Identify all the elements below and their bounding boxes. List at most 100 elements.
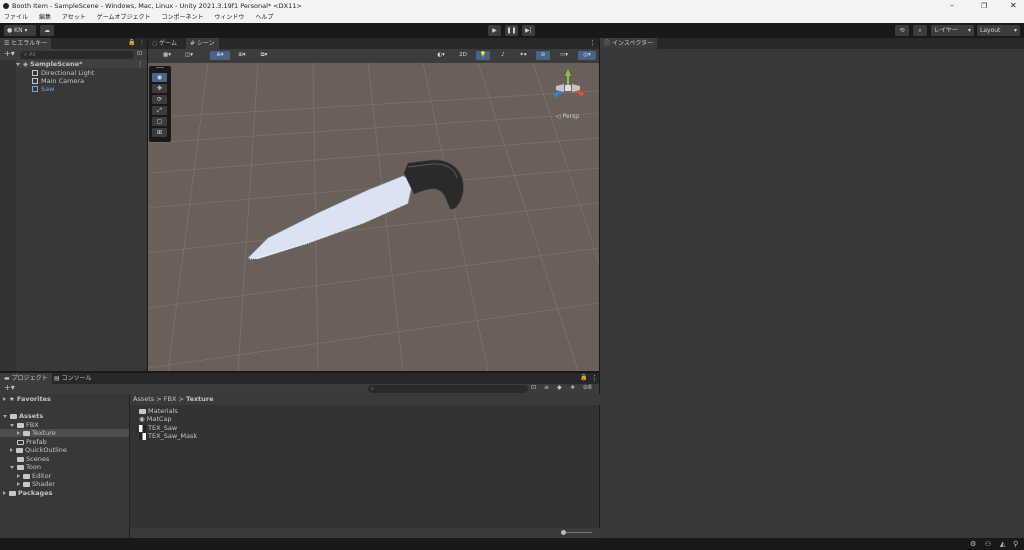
pause-button[interactable]: ❚❚ [505, 25, 518, 36]
packages-row[interactable]: Packages [3, 489, 52, 497]
prefab-icon [32, 86, 38, 92]
scene-viewport[interactable]: ◁ Persp ◉ ✥ ⟳ ⤢ ▢ ⊞ [148, 63, 599, 371]
increment-snap-button[interactable]: ⧉▾ [254, 51, 274, 60]
tree-item-fbx[interactable]: FBX [10, 421, 39, 429]
maximize-icon[interactable]: ❐ [981, 0, 987, 12]
search-by-type-icon[interactable]: ⊡ [531, 384, 536, 391]
breadcrumb-assets[interactable]: Assets [133, 395, 154, 403]
tab-game[interactable]: ◌ ゲーム [148, 38, 181, 49]
tree-item-quickoutline[interactable]: QuickOutline [10, 446, 67, 454]
menu-file[interactable]: ファイル [4, 12, 28, 23]
cache-server-icon[interactable]: ⚙ [970, 540, 976, 548]
auto-generate-lighting-icon[interactable]: ◭ [1000, 540, 1005, 548]
rotate-tool-button[interactable]: ⟳ [152, 95, 167, 104]
step-button[interactable]: ▶| [522, 25, 535, 36]
minimize-icon[interactable]: – [950, 0, 954, 12]
search-button[interactable]: ⌕ [913, 25, 927, 36]
light-toggle[interactable]: 💡 [476, 51, 490, 60]
filter-icon[interactable]: ≡ [544, 384, 549, 391]
menu-edit[interactable]: 編集 [39, 12, 51, 23]
tab-hierarchy[interactable]: ☰ ヒエラルキー [0, 38, 52, 49]
tab-console[interactable]: ▤ コンソール [50, 373, 96, 384]
add-icon[interactable]: +▾ [4, 49, 15, 58]
zoom-slider-track[interactable] [562, 532, 592, 533]
play-button[interactable]: ▶ [488, 25, 501, 36]
transform-tool-button[interactable]: ⊞ [152, 128, 167, 137]
grid-snap-button[interactable]: ⊞▾ [232, 51, 252, 60]
breadcrumb-texture[interactable]: Texture [186, 395, 214, 403]
more-icon[interactable]: ⋮ [139, 39, 145, 46]
menu-gameobject[interactable]: ゲームオブジェクト [97, 12, 151, 23]
menu-component[interactable]: コンポーネント [161, 12, 203, 23]
file-tex-saw-mask[interactable]: TEX_Saw_Mask [139, 432, 197, 440]
add-icon[interactable]: +▾ [4, 383, 15, 392]
project-panel: ▬ プロジェクト ▤ コンソール 🔒 ⋮ +▾ ⌕ ⊡ ≡ ◆ ★ ⊘8 ★ F… [0, 373, 600, 538]
view-tool-button[interactable]: ◉ [152, 73, 167, 82]
star-icon: ★ [9, 395, 15, 403]
layout-dropdown[interactable]: Layout ▾ [977, 25, 1020, 36]
2d-toggle[interactable]: 2D [456, 51, 470, 60]
audio-toggle[interactable]: ♪ [496, 51, 510, 60]
tree-item-prefab[interactable]: Prefab [17, 438, 47, 446]
folder-icon [16, 447, 23, 453]
account-label: KN [14, 27, 23, 34]
file-materials[interactable]: Materials [139, 407, 178, 415]
hierarchy-search-input[interactable]: ⌕ All [20, 51, 134, 59]
gameobject-icon [32, 78, 38, 84]
scale-tool-button[interactable]: ⤢ [152, 106, 167, 115]
tree-item-shader[interactable]: Shader [17, 480, 55, 488]
file-matcap[interactable]: ◉ MatCap [139, 415, 172, 423]
menu-window[interactable]: ウィンドウ [214, 12, 244, 23]
cloud-button[interactable]: ☁ [40, 25, 54, 36]
file-tex-saw[interactable]: TEX_Saw [139, 424, 177, 432]
project-tree: ★ Favorites Assets FBX Texture Prefab Qu… [0, 394, 129, 538]
scene-row[interactable]: ◈ SampleScene* ⋮ [16, 60, 147, 68]
effects-button[interactable]: ✦▾ [514, 51, 532, 60]
tab-scene[interactable]: # シーン [186, 38, 219, 49]
zoom-slider-handle[interactable] [561, 530, 566, 535]
assets-row[interactable]: Assets [3, 412, 43, 420]
hidden-objects-toggle[interactable]: ⊘ [536, 51, 550, 60]
gizmos-button[interactable]: ◎▾ [578, 51, 596, 60]
lock-icon[interactable]: 🔒 [580, 374, 587, 381]
lock-icon[interactable]: 🔒 [128, 39, 135, 46]
tree-item-texture[interactable]: Texture [0, 429, 129, 437]
project-search-input[interactable]: ⌕ [368, 385, 528, 393]
breadcrumb-fbx[interactable]: FBX [164, 395, 177, 403]
more-icon[interactable]: ⋮ [589, 39, 596, 47]
camera-button[interactable]: ▭▾ [554, 51, 574, 60]
move-tool-button[interactable]: ✥ [152, 84, 167, 93]
account-dropdown[interactable]: ● KN ▾ [4, 25, 36, 36]
favorite-icon[interactable]: ★ [570, 384, 575, 391]
tree-item-toon[interactable]: Toon [10, 463, 41, 471]
persp-label[interactable]: ◁ Persp [556, 113, 579, 120]
hierarchy-item-main-camera[interactable]: Main Camera [32, 77, 84, 85]
lighting-mode-button[interactable]: ◐▾ [432, 51, 450, 60]
rect-tool-button[interactable]: ▢ [152, 117, 167, 126]
draw-mode-button[interactable]: ▦▾ [157, 51, 177, 60]
pivot-button[interactable]: ⊕▾ [210, 51, 230, 60]
tag-icon[interactable]: ◆ [557, 384, 562, 391]
move-icon: ✥ [156, 85, 163, 92]
more-icon[interactable]: ⋮ [591, 374, 598, 382]
filter-icon[interactable]: ⊡ [137, 50, 142, 57]
more-icon[interactable]: ⋮ [137, 60, 144, 68]
menu-assets[interactable]: アセット [62, 12, 86, 23]
history-button[interactable]: ⟲ [895, 25, 909, 36]
collab-icon[interactable]: ⚇ [985, 540, 991, 548]
rotate-icon: ⟳ [156, 96, 163, 103]
menu-help[interactable]: ヘルプ [255, 12, 273, 23]
hierarchy-item-directional-light[interactable]: Directional Light [32, 69, 94, 77]
hierarchy-item-saw[interactable]: Saw [32, 85, 54, 93]
hidden-packages-icon[interactable]: ⊘8 [583, 384, 592, 391]
hierarchy-gutter [0, 60, 16, 371]
favorites-row[interactable]: ★ Favorites [3, 395, 51, 403]
layers-dropdown[interactable]: レイヤー ▾ [931, 25, 974, 36]
tree-item-scenes[interactable]: Scenes [17, 455, 49, 463]
tree-item-editor[interactable]: Editor [17, 472, 51, 480]
render-mode-button[interactable]: ◫▾ [179, 51, 199, 60]
close-icon[interactable]: ✕ [1010, 0, 1017, 12]
debug-mode-icon[interactable]: ⚲ [1013, 540, 1018, 548]
hierarchy-tabbar: ☰ ヒエラルキー 🔒 ⋮ [0, 38, 147, 49]
tab-inspector[interactable]: ⓘ インスペクター [600, 38, 658, 49]
